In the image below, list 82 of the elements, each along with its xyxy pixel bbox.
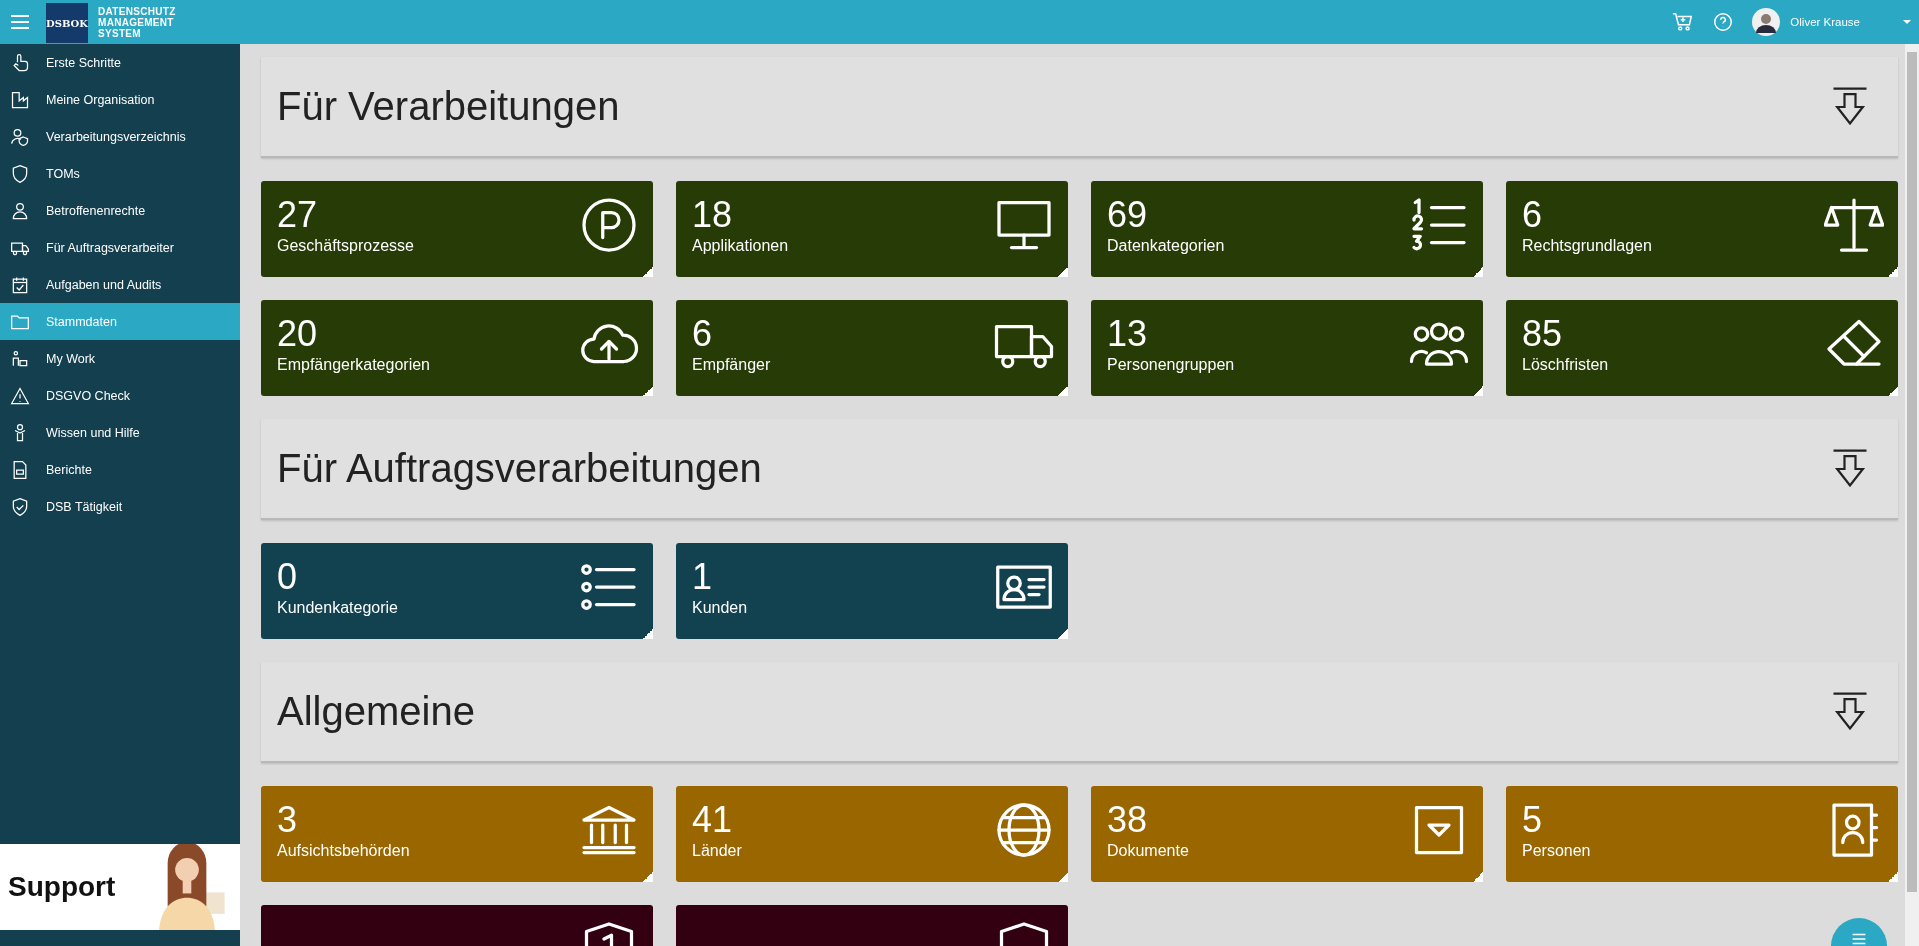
stat-tile[interactable]: 69 Datenkategorien	[1091, 181, 1483, 277]
globe-icon	[994, 800, 1054, 860]
p-circle-icon	[579, 195, 639, 255]
section-header[interactable]: Für Verarbeitungen	[261, 57, 1898, 158]
sidebar-item[interactable]: Meine Organisation	[0, 81, 240, 118]
logo-text: DSBOK	[46, 17, 88, 29]
sidebar-item[interactable]: Aufgaben und Audits	[0, 266, 240, 303]
stat-tile[interactable]: 85 Löschfristen	[1506, 300, 1898, 396]
tile-label: Applikationen	[692, 237, 789, 255]
sidebar-item[interactable]: Für Auftragsverarbeiter	[0, 229, 240, 266]
avatar[interactable]	[1752, 8, 1781, 36]
section-header[interactable]: Für Auftragsverarbeitungen	[261, 419, 1898, 520]
tile-count: 13	[1107, 314, 1149, 354]
shield-check-icon	[10, 496, 30, 517]
tile-label: Aufsichtsbehörden	[277, 842, 410, 860]
tile-label: Dokumente	[1107, 842, 1189, 860]
sidebar-item[interactable]: Berichte	[0, 451, 240, 488]
stat-tile[interactable]: 6 Rechtsgrundlagen	[1506, 181, 1898, 277]
tile-count: 6	[1522, 195, 1544, 235]
scrollbar[interactable]	[1905, 44, 1919, 946]
tile-count: 85	[1522, 314, 1564, 354]
sidebar-item[interactable]: DSGVO Check	[0, 377, 240, 414]
workers-icon	[10, 348, 30, 369]
stat-tile[interactable]: 27 Geschäftsprozesse	[261, 181, 653, 277]
stat-tile[interactable]: 41 Länder	[676, 786, 1068, 882]
help-icon[interactable]	[1712, 11, 1735, 33]
sidebar-item[interactable]: Verarbeitungsverzeichnis	[0, 118, 240, 155]
stat-tile[interactable]: 1 Kunden	[676, 543, 1068, 639]
tile-count: 3	[277, 800, 299, 840]
tile-count: 6	[692, 314, 714, 354]
tile-label: Personengruppen	[1107, 356, 1235, 374]
tile-count: 20	[277, 314, 319, 354]
tile-label: Geschäftsprozesse	[277, 237, 414, 255]
tile-label: Länder	[692, 842, 742, 860]
stat-tile[interactable]: 6 Empfänger	[676, 300, 1068, 396]
shield-icon	[10, 163, 30, 184]
section-title: Allgemeine	[277, 689, 475, 734]
scrollbar-thumb[interactable]	[1907, 52, 1917, 892]
tile-count: 41	[692, 800, 734, 840]
tile-label: Kundenkategorie	[277, 599, 398, 617]
stat-tile[interactable]: 3 Aufsichtsbehörden	[261, 786, 653, 882]
tile-count: 1	[692, 557, 714, 597]
tile-label: Kunden	[692, 599, 748, 617]
tile-label: Empfänger	[692, 356, 771, 374]
brand-text: MANAGEMENT	[98, 16, 175, 28]
tile-count: 5	[1522, 800, 1544, 840]
sidebar-item[interactable]: My Work	[0, 340, 240, 377]
tile-count: 38	[1107, 800, 1149, 840]
sidebar-item[interactable]: TOMs	[0, 155, 240, 192]
stat-tile[interactable]: 38 Dokumente	[1091, 786, 1483, 882]
tile-count: 18	[692, 195, 734, 235]
sidebar-item[interactable]: Betroffenenrechte	[0, 192, 240, 229]
tile-count: 69	[1107, 195, 1149, 235]
tile-count: 27	[277, 195, 319, 235]
sidebar-item[interactable]: Wissen und Hilfe	[0, 414, 240, 451]
section-title: Für Verarbeitungen	[277, 84, 620, 129]
caret-icon[interactable]	[1902, 19, 1912, 25]
sidebar-item[interactable]: Erste Schritte	[0, 44, 240, 81]
stat-tile[interactable]: 5 Personen	[1506, 786, 1898, 882]
tile-label: Datenkategorien	[1107, 237, 1225, 255]
stat-tile[interactable]: 0 Kundenkategorie	[261, 543, 653, 639]
sidebar-item[interactable]: DSB Tätigkeit	[0, 488, 240, 525]
section-header[interactable]: Allgemeine	[261, 662, 1898, 763]
stat-tile[interactable]: 13 Personengruppen	[1091, 300, 1483, 396]
tile-label: Empfängerkategorien	[277, 356, 430, 374]
banner-text: Support	[8, 871, 116, 903]
stat-tile[interactable]: 20 Empfängerkategorien	[261, 300, 653, 396]
tile-label: Löschfristen	[1522, 356, 1609, 374]
factory-icon	[10, 89, 30, 110]
user-shield-icon	[10, 126, 30, 147]
brand-text: SYSTEM	[98, 27, 142, 39]
hand-icon	[10, 52, 30, 73]
warning-icon	[10, 385, 30, 406]
section-title: Für Auftragsverarbeitungen	[277, 446, 762, 491]
stat-tile[interactable]: 18 Applikationen	[676, 181, 1068, 277]
tile-label: Rechtsgrundlagen	[1522, 237, 1652, 255]
brand-text: DATENSCHUTZ	[98, 5, 176, 17]
support-banner[interactable]: Support	[0, 844, 240, 930]
tile-label: Personen	[1522, 842, 1591, 860]
tile-count: 0	[277, 557, 299, 597]
user-icon	[10, 200, 30, 221]
cart-icon[interactable]	[1672, 11, 1695, 33]
